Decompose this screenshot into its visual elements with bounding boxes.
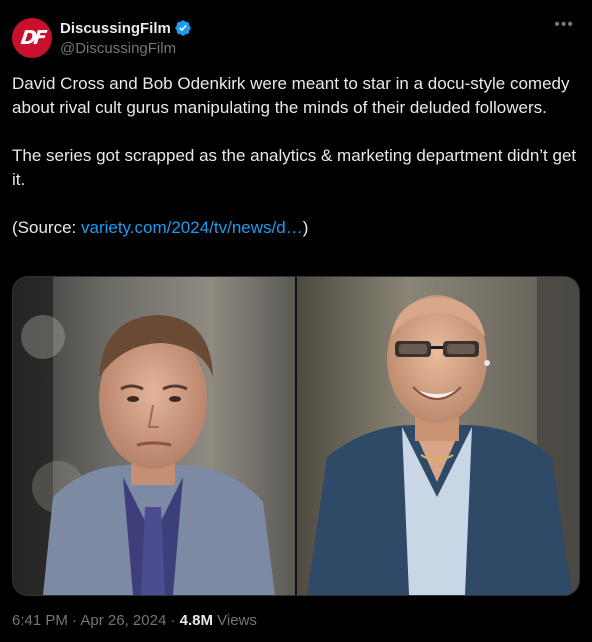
author-handle[interactable]: @DiscussingFilm [60,40,176,57]
display-name[interactable]: DiscussingFilm [60,20,171,37]
tweet-text: David Cross and Bob Odenkirk were meant … [12,72,580,240]
views-count: 4.8M [179,612,213,629]
smiling-man-in-glasses-photo[interactable] [297,277,579,595]
avatar-logo: DF [19,27,45,49]
source-suffix: ) [302,218,309,237]
avatar[interactable]: DF [12,18,52,58]
tweet-date[interactable]: Apr 26, 2024 [80,612,166,629]
author-name-row: DiscussingFilm [60,19,192,37]
tweet: DF DiscussingFilm @DiscussingFilm ••• Da… [0,0,592,642]
tweet-paragraph-1: David Cross and Bob Odenkirk were meant … [12,74,570,117]
tweet-time[interactable]: 6:41 PM [12,612,68,629]
man-in-plaid-suit-photo[interactable] [13,277,295,595]
more-options-icon[interactable]: ••• [554,16,574,34]
media-grid [12,276,580,596]
meta-separator: · [67,612,81,629]
meta-separator: · [166,612,180,629]
verified-badge-icon [175,20,191,36]
tweet-paragraph-2: The series got scrapped as the analytics… [12,146,577,189]
tweet-meta: 6:41 PM · Apr 26, 2024 · 4.8M Views [12,612,257,629]
source-prefix: (Source: [12,218,81,237]
views-label: Views [213,612,257,629]
tweet-source: (Source: variety.com/2024/tv/news/d…) [12,216,580,240]
source-link[interactable]: variety.com/2024/tv/news/d… [81,218,303,237]
